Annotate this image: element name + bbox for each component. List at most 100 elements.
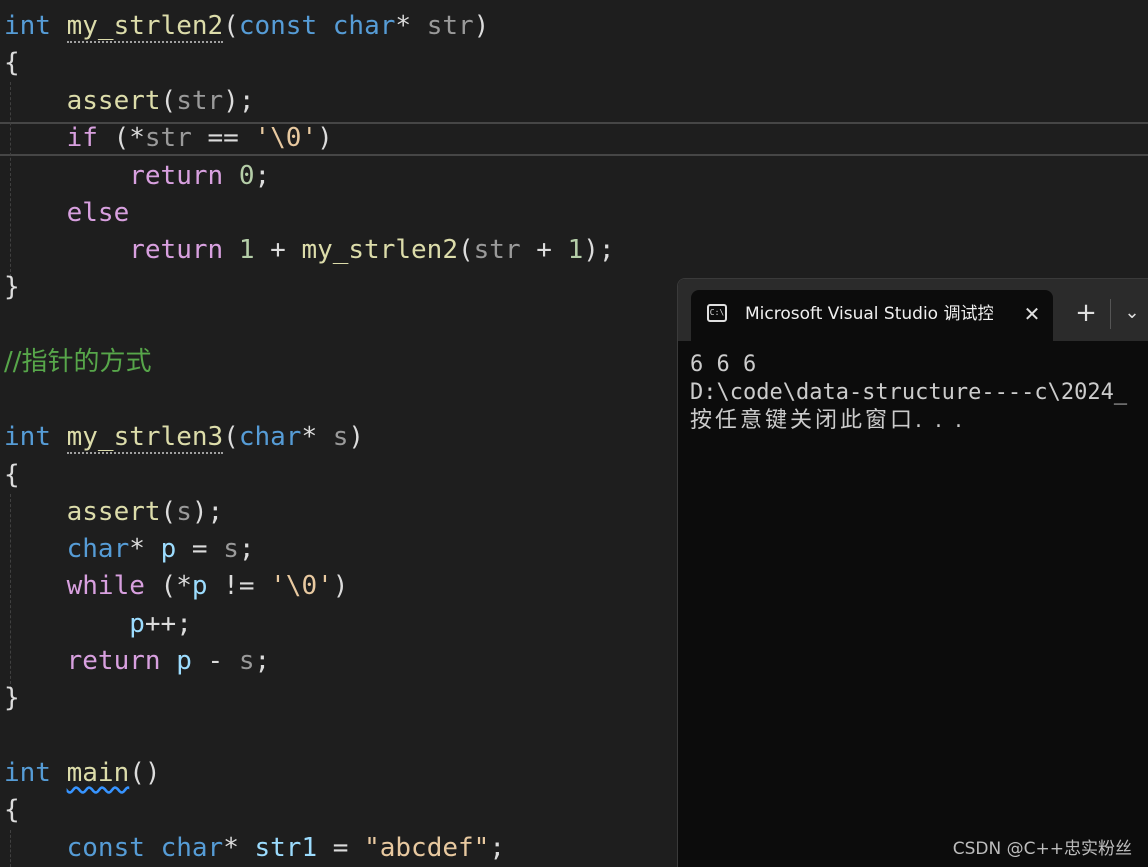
control-keyword: if [66, 123, 98, 153]
code-line[interactable]: return 0; [4, 158, 270, 195]
variable: str1 [254, 833, 318, 863]
punctuation: ; [489, 833, 505, 863]
punctuation: ); [191, 497, 224, 527]
code-line[interactable]: { [4, 792, 20, 829]
control-keyword: while [66, 571, 145, 601]
keyword: const [238, 11, 318, 41]
keyword: char [238, 422, 302, 452]
operator: + [254, 235, 302, 265]
operator: != [207, 571, 271, 601]
operator: - [191, 646, 239, 676]
code-line[interactable]: const char* str1 = "abcdef"; [4, 830, 505, 867]
punctuation: ; [176, 609, 192, 639]
punctuation: ); [223, 86, 255, 116]
chevron-down-icon[interactable]: ⌄ [1122, 300, 1142, 326]
punctuation: ) [348, 422, 365, 452]
parameter: s [332, 422, 349, 452]
variable: p [129, 609, 145, 639]
string-literal: "abcdef" [364, 833, 490, 863]
parameter: str [426, 11, 474, 41]
code-line[interactable]: else [4, 195, 130, 232]
punctuation: ( [457, 235, 474, 265]
control-keyword: return [129, 235, 224, 265]
titlebar-divider [1110, 299, 1111, 329]
number-literal: 1 [567, 235, 584, 265]
console-icon: C:\ [707, 304, 727, 322]
punctuation: ) [332, 571, 349, 601]
console-output-line: D:\code\data-structure----c\2024_ [690, 380, 1128, 405]
code-line[interactable]: int main() [4, 755, 161, 792]
punctuation: * [129, 534, 145, 564]
parameter: s [176, 497, 192, 527]
control-keyword: return [129, 161, 224, 191]
variable: p [160, 534, 177, 564]
punctuation: ( [160, 86, 177, 116]
console-output-line: 6 6 6 [690, 352, 757, 377]
control-keyword: else [66, 198, 130, 228]
console-tab[interactable]: C:\ Microsoft Visual Studio 调试控制台 ✕ [691, 290, 1053, 341]
console-output-line: 按任意键关闭此窗口. . . [690, 408, 965, 433]
punctuation: ; [254, 646, 271, 676]
parameter: str [473, 235, 521, 265]
punctuation: ) [473, 11, 490, 41]
debug-console-window[interactable]: C:\ Microsoft Visual Studio 调试控制台 ✕ + ⌄ … [677, 278, 1148, 867]
code-line[interactable]: while (*p != '\0') [4, 568, 349, 605]
char-literal: '\0' [254, 123, 318, 153]
console-tab-title: Microsoft Visual Studio 调试控制台 [745, 304, 993, 324]
code-line[interactable]: char* p = s; [4, 531, 255, 568]
keyword: const [66, 833, 145, 863]
function-name[interactable]: my_strlen2 [66, 11, 224, 43]
new-tab-button[interactable]: + [1073, 300, 1099, 326]
code-line[interactable]: if (*str == '\0') [4, 120, 333, 157]
keyword: char [332, 11, 396, 41]
code-line[interactable]: assert(str); [4, 83, 255, 120]
code-line[interactable]: p++; [4, 606, 192, 643]
watermark: CSDN @C++忠实粉丝 [952, 839, 1132, 859]
code-line[interactable]: //指针的方式 [4, 344, 152, 381]
punctuation: () [129, 758, 161, 788]
code-line[interactable]: assert(s); [4, 494, 224, 531]
punctuation: ( [223, 11, 239, 41]
operator: = [176, 534, 224, 564]
close-icon[interactable]: ✕ [1021, 302, 1043, 326]
punctuation: (* [144, 571, 192, 601]
function-name[interactable]: main [67, 758, 130, 788]
punctuation: * [301, 422, 318, 452]
code-line[interactable]: } [4, 269, 20, 306]
operator: ++ [144, 609, 177, 639]
variable: p [176, 646, 192, 676]
code-line[interactable]: int my_strlen3(char* s) [4, 419, 364, 456]
function-name[interactable]: my_strlen3 [66, 422, 224, 454]
punctuation: ; [254, 161, 271, 191]
function-name: assert [66, 86, 161, 116]
parameter: str [144, 123, 192, 153]
function-name: my_strlen2 [301, 235, 458, 265]
code-line[interactable]: { [4, 45, 20, 82]
code-line[interactable]: int my_strlen2(const char* str) [4, 8, 489, 45]
number-literal: 0 [238, 161, 255, 191]
code-line[interactable]: return 1 + my_strlen2(str + 1); [4, 232, 615, 269]
char-literal: '\0' [270, 571, 333, 601]
function-name: assert [66, 497, 161, 527]
punctuation: * [395, 11, 412, 41]
code-line[interactable]: } [4, 680, 20, 717]
keyword: int [4, 11, 51, 41]
operator: == [191, 123, 255, 153]
punctuation: ( [160, 497, 177, 527]
keyword: char [160, 833, 224, 863]
parameter: s [238, 646, 255, 676]
operator: = [317, 833, 365, 863]
number-literal: 1 [238, 235, 255, 265]
console-titlebar[interactable]: C:\ Microsoft Visual Studio 调试控制台 ✕ + ⌄ [678, 279, 1148, 341]
code-line[interactable]: { [4, 457, 20, 494]
punctuation: ) [317, 123, 333, 153]
punctuation: ; [238, 534, 255, 564]
keyword: char [66, 534, 130, 564]
comment: //指针的方式 [4, 347, 152, 377]
punctuation: * [223, 833, 239, 863]
control-keyword: return [66, 646, 161, 676]
variable: p [191, 571, 208, 601]
code-line[interactable]: return p - s; [4, 643, 271, 680]
punctuation: ); [583, 235, 615, 265]
parameter: s [223, 534, 239, 564]
